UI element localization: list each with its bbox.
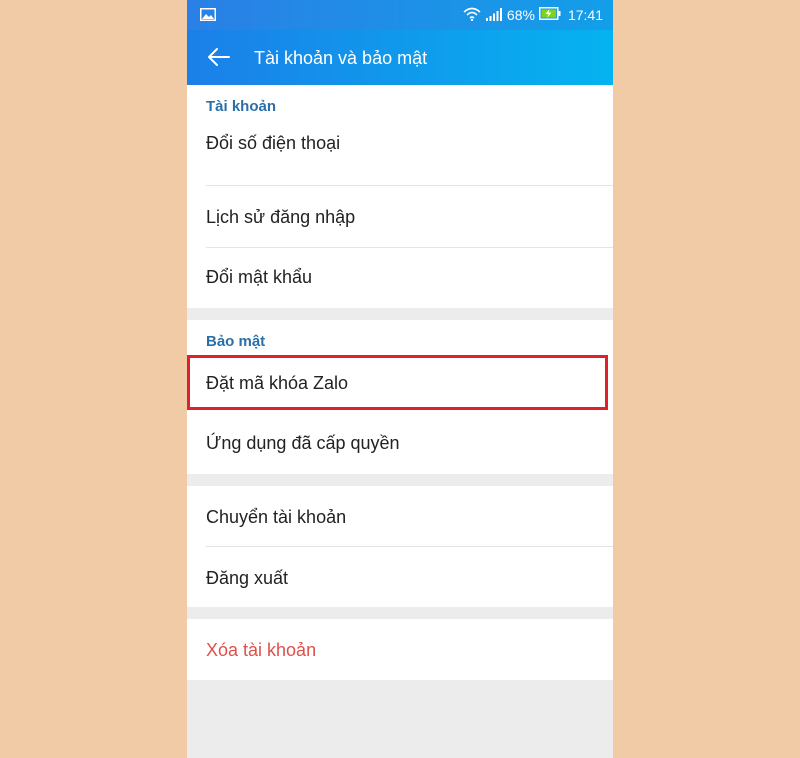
app-bar: Tài khoản và bảo mật — [187, 30, 613, 85]
wifi-icon — [463, 7, 481, 24]
section-header-account: Tài khoản — [206, 98, 277, 115]
change-phone-number-item[interactable]: Đổi số điện thoại — [187, 123, 613, 185]
security-section: Bảo mật Đặt mã khóa Zalo Ứng dụng đã cấp… — [187, 320, 613, 474]
battery-charging-icon — [538, 7, 561, 23]
list-item-label: Đổi số điện thoại — [206, 133, 341, 153]
delete-account-item[interactable]: Xóa tài khoản — [187, 619, 613, 680]
signal-icon — [485, 7, 503, 24]
set-zalo-lock-code-item[interactable]: Đặt mã khóa Zalo — [187, 357, 613, 412]
section-header-security: Bảo mật — [206, 333, 266, 350]
account-section: Tài khoản Đổi số điện thoại Lịch sử đăng… — [187, 85, 613, 308]
battery-percent: 68% — [506, 7, 535, 23]
list-item-label: Chuyển tài khoản — [206, 507, 347, 527]
page-title: Tài khoản và bảo mật — [254, 48, 428, 68]
switch-account-item[interactable]: Chuyển tài khoản — [187, 486, 613, 546]
status-bar: 68% 17:41 — [187, 0, 613, 30]
arrow-left-icon[interactable] — [207, 47, 231, 72]
clock: 17:41 — [567, 7, 603, 23]
change-password-item[interactable]: Đổi mật khẩu — [187, 248, 613, 308]
authorized-apps-item[interactable]: Ứng dụng đã cấp quyền — [187, 412, 613, 474]
delete-account-section: Xóa tài khoản — [187, 619, 613, 680]
list-item-label: Xóa tài khoản — [206, 640, 317, 660]
login-history-item[interactable]: Lịch sử đăng nhập — [187, 186, 613, 247]
logout-item[interactable]: Đăng xuất — [187, 547, 613, 607]
phone-screen: 68% 17:41 Tài khoản và bảo mật Tài khoản — [187, 0, 613, 758]
session-section: Chuyển tài khoản Đăng xuất — [187, 486, 613, 607]
list-item-label: Lịch sử đăng nhập — [206, 207, 356, 227]
list-item-label: Đổi mật khẩu — [206, 267, 313, 287]
list-item-label: Đăng xuất — [206, 568, 289, 588]
list-item-label: Ứng dụng đã cấp quyền — [206, 433, 400, 453]
image-icon — [200, 8, 216, 24]
list-item-label: Đặt mã khóa Zalo — [206, 373, 349, 393]
